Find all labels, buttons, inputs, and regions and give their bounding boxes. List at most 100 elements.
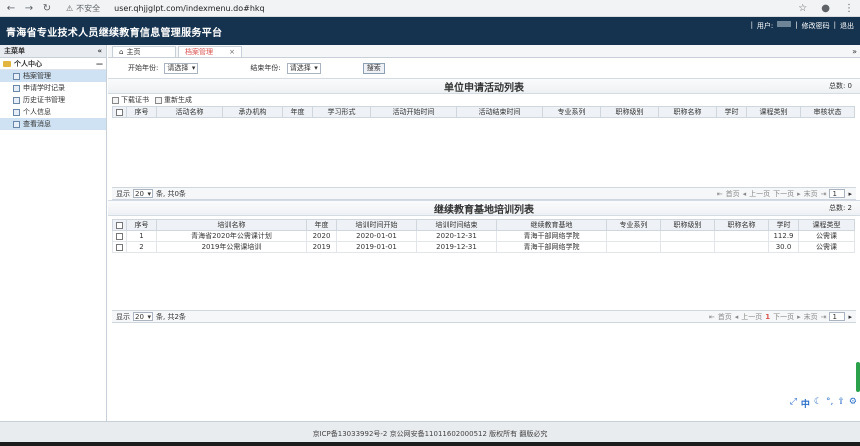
column-header[interactable]: 序号 bbox=[126, 219, 157, 231]
column-header[interactable]: 审核状态 bbox=[800, 106, 855, 118]
logout-link[interactable]: 退出 bbox=[840, 21, 854, 31]
punctuation-icon[interactable]: °, bbox=[826, 397, 833, 410]
column-header[interactable]: 职称名称 bbox=[714, 219, 769, 231]
column-header[interactable]: 学习形式 bbox=[312, 106, 371, 118]
tabs-more-icon[interactable]: » bbox=[852, 47, 857, 56]
reload-icon[interactable]: ↻ bbox=[42, 3, 52, 14]
security-warning[interactable]: ⚠ 不安全 bbox=[66, 3, 100, 14]
expand-icon[interactable]: ⤢ bbox=[790, 397, 797, 410]
end-year-select[interactable]: 请选择 ▾ bbox=[286, 62, 321, 74]
last-page-icon[interactable]: ⇥ bbox=[821, 313, 827, 321]
go-page-icon[interactable]: ▸ bbox=[848, 313, 852, 321]
collapse-sidebar-icon[interactable]: « bbox=[97, 47, 102, 55]
forward-icon[interactable]: → bbox=[24, 3, 34, 14]
column-header[interactable]: 职称级别 bbox=[600, 106, 659, 118]
upload-icon[interactable]: ⇪ bbox=[837, 397, 845, 410]
search-button[interactable]: 搜索 bbox=[362, 62, 385, 74]
star-icon[interactable]: ☆ bbox=[798, 3, 807, 14]
select-all-checkbox[interactable] bbox=[112, 219, 127, 231]
table-row[interactable]: 2 2019年公需课培训 2019 2019-01-01 2019-12-31 … bbox=[112, 241, 855, 253]
first-page-button[interactable]: 首页 bbox=[726, 189, 740, 199]
prev-page-button[interactable]: 上一页 bbox=[749, 189, 770, 199]
column-header[interactable]: 培训时间开始 bbox=[336, 219, 417, 231]
sidebar-item-hours-record[interactable]: 申请学时记录 bbox=[0, 82, 106, 94]
language-toggle[interactable]: 中 bbox=[801, 397, 810, 410]
regenerate-button[interactable]: 重新生成 bbox=[155, 95, 192, 105]
change-password-link[interactable]: 修改密码 bbox=[802, 21, 830, 31]
column-header[interactable]: 年度 bbox=[282, 106, 313, 118]
page-size-select[interactable]: 20 ▾ bbox=[133, 312, 153, 321]
column-header[interactable]: 职称名称 bbox=[658, 106, 717, 118]
next-page-button[interactable]: 下一页 bbox=[773, 312, 794, 322]
footer-text: 京ICP备13033992号-2 京公网安备11011602000512 版权所… bbox=[312, 430, 548, 438]
prev-page-icon[interactable]: ◂ bbox=[735, 313, 739, 321]
last-page-button[interactable]: 末页 bbox=[804, 312, 818, 322]
cell-end: 2020-12-31 bbox=[416, 230, 497, 242]
column-header[interactable]: 承办机构 bbox=[222, 106, 283, 118]
go-page-icon[interactable]: ▸ bbox=[848, 190, 852, 198]
tab-archive[interactable]: 档案管理 × bbox=[178, 46, 242, 57]
cell-year: 2019 bbox=[306, 241, 337, 253]
column-header[interactable]: 培训名称 bbox=[156, 219, 307, 231]
page-number-input[interactable]: 1 bbox=[829, 312, 846, 321]
collapse-group-icon[interactable]: — bbox=[96, 60, 103, 68]
cell-training-name: 2019年公需课培训 bbox=[156, 241, 307, 253]
moon-icon[interactable]: ☾ bbox=[814, 397, 822, 410]
column-header[interactable]: 年度 bbox=[306, 219, 337, 231]
prev-page-icon[interactable]: ◂ bbox=[743, 190, 747, 198]
column-header[interactable]: 职称级别 bbox=[660, 219, 715, 231]
sidebar-item-profile[interactable]: 个人信息 bbox=[0, 106, 106, 118]
last-page-icon[interactable]: ⇥ bbox=[821, 190, 827, 198]
column-header[interactable]: 活动名称 bbox=[156, 106, 223, 118]
close-tab-icon[interactable]: × bbox=[229, 48, 235, 56]
sidebar-item-archive[interactable]: 档案管理 bbox=[0, 70, 106, 82]
first-page-icon[interactable]: ⇤ bbox=[717, 190, 723, 198]
column-header[interactable]: 继续教育基地 bbox=[496, 219, 607, 231]
menu-icon[interactable]: ⋮ bbox=[844, 3, 854, 14]
column-header[interactable]: 专业系列 bbox=[542, 106, 601, 118]
cell-course-type: 公需课 bbox=[798, 241, 855, 253]
download-certificate-button[interactable]: 下载证书 bbox=[112, 95, 149, 105]
address-bar[interactable]: user.qhjjglpt.com/indexmenu.do#hkq bbox=[114, 4, 784, 13]
page-size-select[interactable]: 20 ▾ bbox=[133, 189, 153, 198]
separator: | bbox=[833, 21, 836, 29]
cell-course-type: 公需课 bbox=[798, 230, 855, 242]
row-checkbox[interactable] bbox=[112, 230, 127, 242]
first-page-button[interactable]: 首页 bbox=[718, 312, 732, 322]
tab-home[interactable]: ⌂ 主页 bbox=[112, 46, 176, 57]
select-all-checkbox[interactable] bbox=[112, 106, 127, 118]
start-year-select[interactable]: 请选择 ▾ bbox=[164, 62, 199, 74]
first-page-icon[interactable]: ⇤ bbox=[709, 313, 715, 321]
column-header[interactable]: 活动开始时间 bbox=[370, 106, 457, 118]
training-total: 总数: 2 bbox=[828, 204, 852, 212]
column-header[interactable]: 专业系列 bbox=[606, 219, 661, 231]
folder-icon bbox=[3, 60, 11, 67]
sidebar-item-messages[interactable]: 查看消息 bbox=[0, 118, 106, 130]
table-row[interactable]: 1 青海省2020年公需课计划 2020 2020-01-01 2020-12-… bbox=[112, 230, 855, 242]
activities-pager: 显示 20 ▾ 条, 共0条 ⇤ 首页 ◂ 上一页 下一页 ▸ 末页 ⇥ 1 ▸ bbox=[112, 187, 856, 200]
page-number-input[interactable]: 1 bbox=[829, 189, 846, 198]
gear-icon[interactable]: ⚙ bbox=[849, 397, 857, 410]
chevron-down-icon: ▾ bbox=[191, 64, 196, 72]
column-header[interactable]: 学时 bbox=[716, 106, 747, 118]
back-icon[interactable]: ← bbox=[6, 3, 16, 14]
column-header[interactable]: 序号 bbox=[126, 106, 157, 118]
column-header[interactable]: 课程类别 bbox=[746, 106, 801, 118]
training-table: 序号 培训名称 年度 培训时间开始 培训时间结束 继续教育基地 专业系列 职称级… bbox=[112, 219, 855, 253]
prev-page-button[interactable]: 上一页 bbox=[741, 312, 762, 322]
column-header[interactable]: 课程类型 bbox=[798, 219, 855, 231]
next-page-icon[interactable]: ▸ bbox=[797, 190, 801, 198]
last-page-button[interactable]: 末页 bbox=[804, 189, 818, 199]
scroll-indicator[interactable] bbox=[856, 362, 860, 392]
next-page-icon[interactable]: ▸ bbox=[797, 313, 801, 321]
account-icon[interactable]: ● bbox=[821, 3, 830, 14]
column-header[interactable]: 学时 bbox=[768, 219, 799, 231]
next-page-button[interactable]: 下一页 bbox=[773, 189, 794, 199]
column-header[interactable]: 活动结束时间 bbox=[456, 106, 543, 118]
sidebar-item-certificates[interactable]: 历史证书管理 bbox=[0, 94, 106, 106]
column-header[interactable]: 培训时间结束 bbox=[416, 219, 497, 231]
cell-training-name: 青海省2020年公需课计划 bbox=[156, 230, 307, 242]
sidebar-header: 主菜单 « bbox=[0, 45, 106, 58]
sidebar-group-personal[interactable]: 个人中心 — bbox=[0, 58, 106, 70]
row-checkbox[interactable] bbox=[112, 241, 127, 253]
